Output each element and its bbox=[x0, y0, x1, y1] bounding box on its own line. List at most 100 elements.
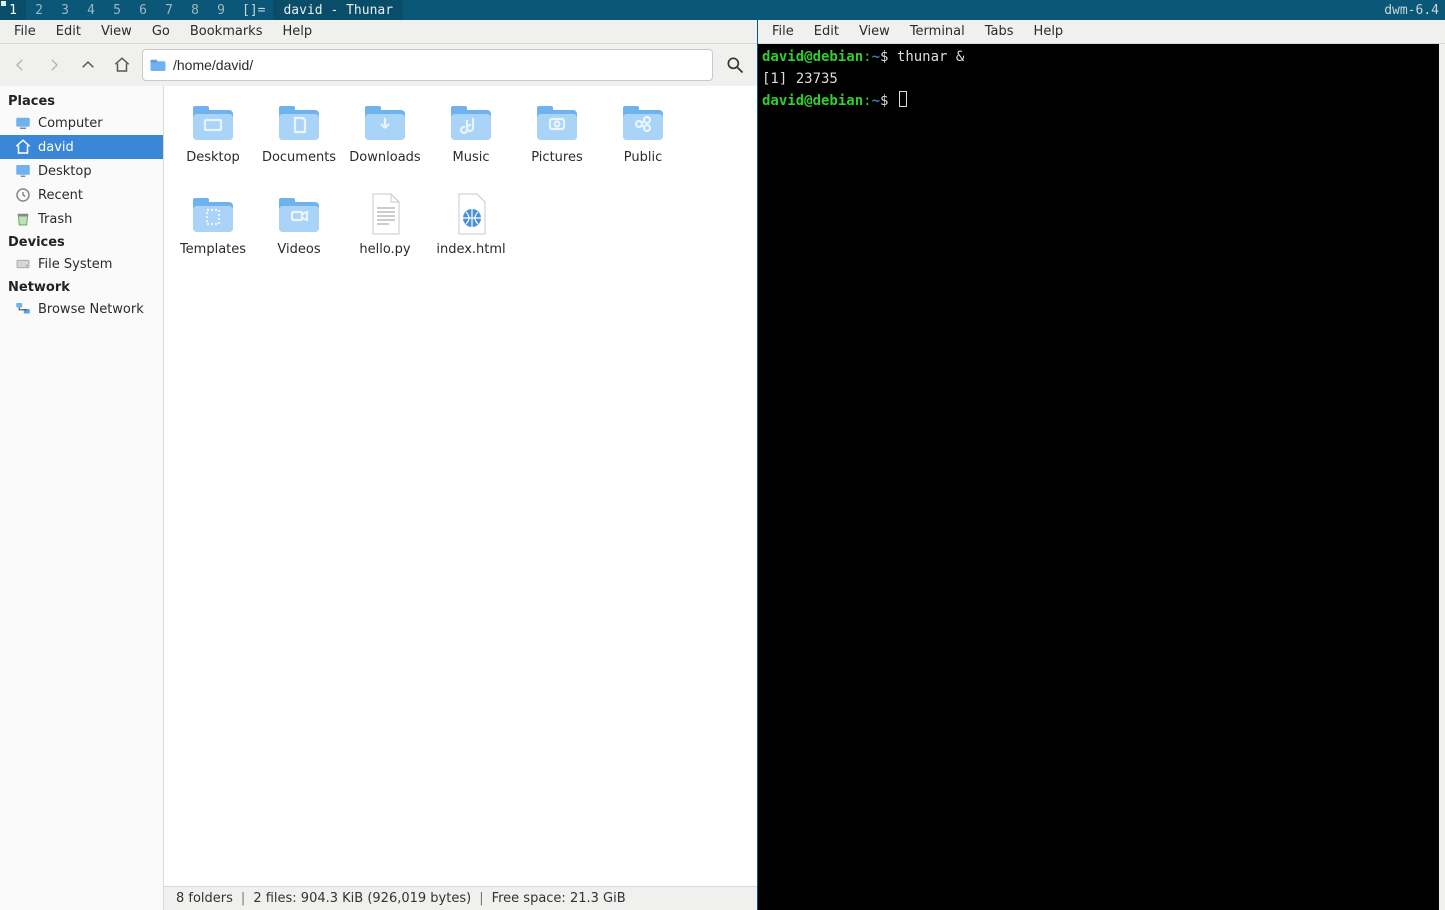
terminal-menu-file[interactable]: File bbox=[762, 21, 804, 42]
sidebar-section-places: Places bbox=[0, 90, 163, 111]
folder-downloads[interactable]: Downloads bbox=[342, 94, 428, 186]
terminal-menu-edit[interactable]: Edit bbox=[804, 21, 849, 42]
folder-icon bbox=[273, 188, 325, 240]
folder-pictures[interactable]: Pictures bbox=[514, 94, 600, 186]
dwm-tag-9[interactable]: 9 bbox=[208, 0, 234, 20]
status-files: 2 files: 904.3 KiB (926,019 bytes) bbox=[253, 891, 471, 906]
sidebar-item-label: david bbox=[38, 140, 74, 155]
file-icon bbox=[359, 188, 411, 240]
location-bar[interactable] bbox=[142, 49, 713, 81]
file-icon bbox=[445, 188, 497, 240]
arrow-left-icon bbox=[11, 56, 29, 74]
folder-documents[interactable]: Documents bbox=[256, 94, 342, 186]
dwm-tag-6[interactable]: 6 bbox=[130, 0, 156, 20]
folder-icon bbox=[445, 96, 497, 148]
thunar-window: FileEditViewGoBookmarksHelp bbox=[0, 20, 758, 910]
thunar-menu-file[interactable]: File bbox=[4, 21, 46, 42]
dwm-tag-3[interactable]: 3 bbox=[52, 0, 78, 20]
search-icon bbox=[725, 55, 745, 75]
forward-button[interactable] bbox=[40, 51, 68, 79]
sidebar-item-trash[interactable]: Trash bbox=[0, 207, 163, 231]
file-label: Templates bbox=[180, 242, 246, 257]
location-input[interactable] bbox=[173, 57, 706, 73]
dwm-tags: 123456789 bbox=[0, 0, 234, 20]
status-folders: 8 folders bbox=[176, 891, 233, 906]
folder-videos[interactable]: Videos bbox=[256, 186, 342, 278]
terminal-body[interactable]: david@debian:~$ thunar & [1] 23735 david… bbox=[758, 44, 1445, 910]
sidebar-section-network: Network bbox=[0, 276, 163, 297]
dwm-tag-5[interactable]: 5 bbox=[104, 0, 130, 20]
sidebar-item-desktop[interactable]: Desktop bbox=[0, 159, 163, 183]
desktop-icon bbox=[14, 162, 32, 180]
sidebar-item-recent[interactable]: Recent bbox=[0, 183, 163, 207]
arrow-right-icon bbox=[45, 56, 63, 74]
file-label: Music bbox=[453, 150, 490, 165]
statusbar: 8 folders | 2 files: 904.3 KiB (926,019 … bbox=[164, 886, 757, 910]
status-freespace: Free space: 21.3 GiB bbox=[492, 891, 626, 906]
sidebar: Places Computer david Desktop Recent Trash Dev… bbox=[0, 86, 164, 910]
dwm-tag-4[interactable]: 4 bbox=[78, 0, 104, 20]
folder-desktop[interactable]: Desktop bbox=[170, 94, 256, 186]
sidebar-item-label: Browse Network bbox=[38, 302, 144, 317]
file-label: Pictures bbox=[531, 150, 582, 165]
dwm-window-title: david - Thunar bbox=[273, 0, 403, 20]
sidebar-item-label: Recent bbox=[38, 188, 83, 203]
sidebar-item-label: Trash bbox=[38, 212, 72, 227]
dwm-bar: 123456789 []= david - Thunar dwm-6.4 bbox=[0, 0, 1445, 20]
dwm-tag-8[interactable]: 8 bbox=[182, 0, 208, 20]
dwm-status-text: dwm-6.4 bbox=[1378, 0, 1445, 20]
sidebar-section-devices: Devices bbox=[0, 231, 163, 252]
home-icon bbox=[113, 56, 131, 74]
sidebar-item-file-system[interactable]: File System bbox=[0, 252, 163, 276]
folder-icon bbox=[187, 96, 239, 148]
drive-icon bbox=[14, 255, 32, 273]
dwm-layout-symbol[interactable]: []= bbox=[234, 0, 273, 20]
file-hello-py[interactable]: hello.py bbox=[342, 186, 428, 278]
sidebar-item-computer[interactable]: Computer bbox=[0, 111, 163, 135]
file-label: hello.py bbox=[359, 242, 410, 257]
folder-icon bbox=[531, 96, 583, 148]
dwm-tag-2[interactable]: 2 bbox=[26, 0, 52, 20]
sidebar-item-david[interactable]: david bbox=[0, 135, 163, 159]
terminal-menubar: FileEditViewTerminalTabsHelp bbox=[758, 20, 1445, 44]
dwm-tag-7[interactable]: 7 bbox=[156, 0, 182, 20]
file-label: Videos bbox=[277, 242, 320, 257]
home-button[interactable] bbox=[108, 51, 136, 79]
thunar-menu-bookmarks[interactable]: Bookmarks bbox=[180, 21, 273, 42]
network-icon bbox=[14, 300, 32, 318]
folder-music[interactable]: Music bbox=[428, 94, 514, 186]
sidebar-item-label: Computer bbox=[38, 116, 103, 131]
sidebar-item-label: File System bbox=[38, 257, 112, 272]
terminal-window: FileEditViewTerminalTabsHelp david@debia… bbox=[758, 20, 1445, 910]
terminal-menu-tabs[interactable]: Tabs bbox=[975, 21, 1024, 42]
home-icon bbox=[14, 138, 32, 156]
arrow-up-icon bbox=[79, 56, 97, 74]
up-button[interactable] bbox=[74, 51, 102, 79]
file-index-html[interactable]: index.html bbox=[428, 186, 514, 278]
folder-icon bbox=[187, 188, 239, 240]
terminal-menu-help[interactable]: Help bbox=[1024, 21, 1074, 42]
thunar-menu-help[interactable]: Help bbox=[272, 21, 322, 42]
file-label: Desktop bbox=[186, 150, 240, 165]
folder-icon bbox=[273, 96, 325, 148]
folder-templates[interactable]: Templates bbox=[170, 186, 256, 278]
thunar-toolbar bbox=[0, 44, 757, 86]
file-label: index.html bbox=[436, 242, 505, 257]
thunar-menu-go[interactable]: Go bbox=[142, 21, 180, 42]
trash-icon bbox=[14, 210, 32, 228]
thunar-menu-view[interactable]: View bbox=[91, 21, 142, 42]
folder-icon bbox=[359, 96, 411, 148]
sidebar-item-browse-network[interactable]: Browse Network bbox=[0, 297, 163, 321]
folder-public[interactable]: Public bbox=[600, 94, 686, 186]
file-grid[interactable]: Desktop Documents Downloads Music Pictures Pu… bbox=[164, 86, 757, 886]
search-button[interactable] bbox=[719, 49, 751, 81]
computer-icon bbox=[14, 114, 32, 132]
terminal-menu-view[interactable]: View bbox=[849, 21, 900, 42]
recent-icon bbox=[14, 186, 32, 204]
file-label: Documents bbox=[262, 150, 336, 165]
back-button[interactable] bbox=[6, 51, 34, 79]
thunar-menubar: FileEditViewGoBookmarksHelp bbox=[0, 20, 757, 44]
dwm-tag-1[interactable]: 1 bbox=[0, 0, 26, 20]
thunar-menu-edit[interactable]: Edit bbox=[46, 21, 91, 42]
terminal-menu-terminal[interactable]: Terminal bbox=[900, 21, 975, 42]
